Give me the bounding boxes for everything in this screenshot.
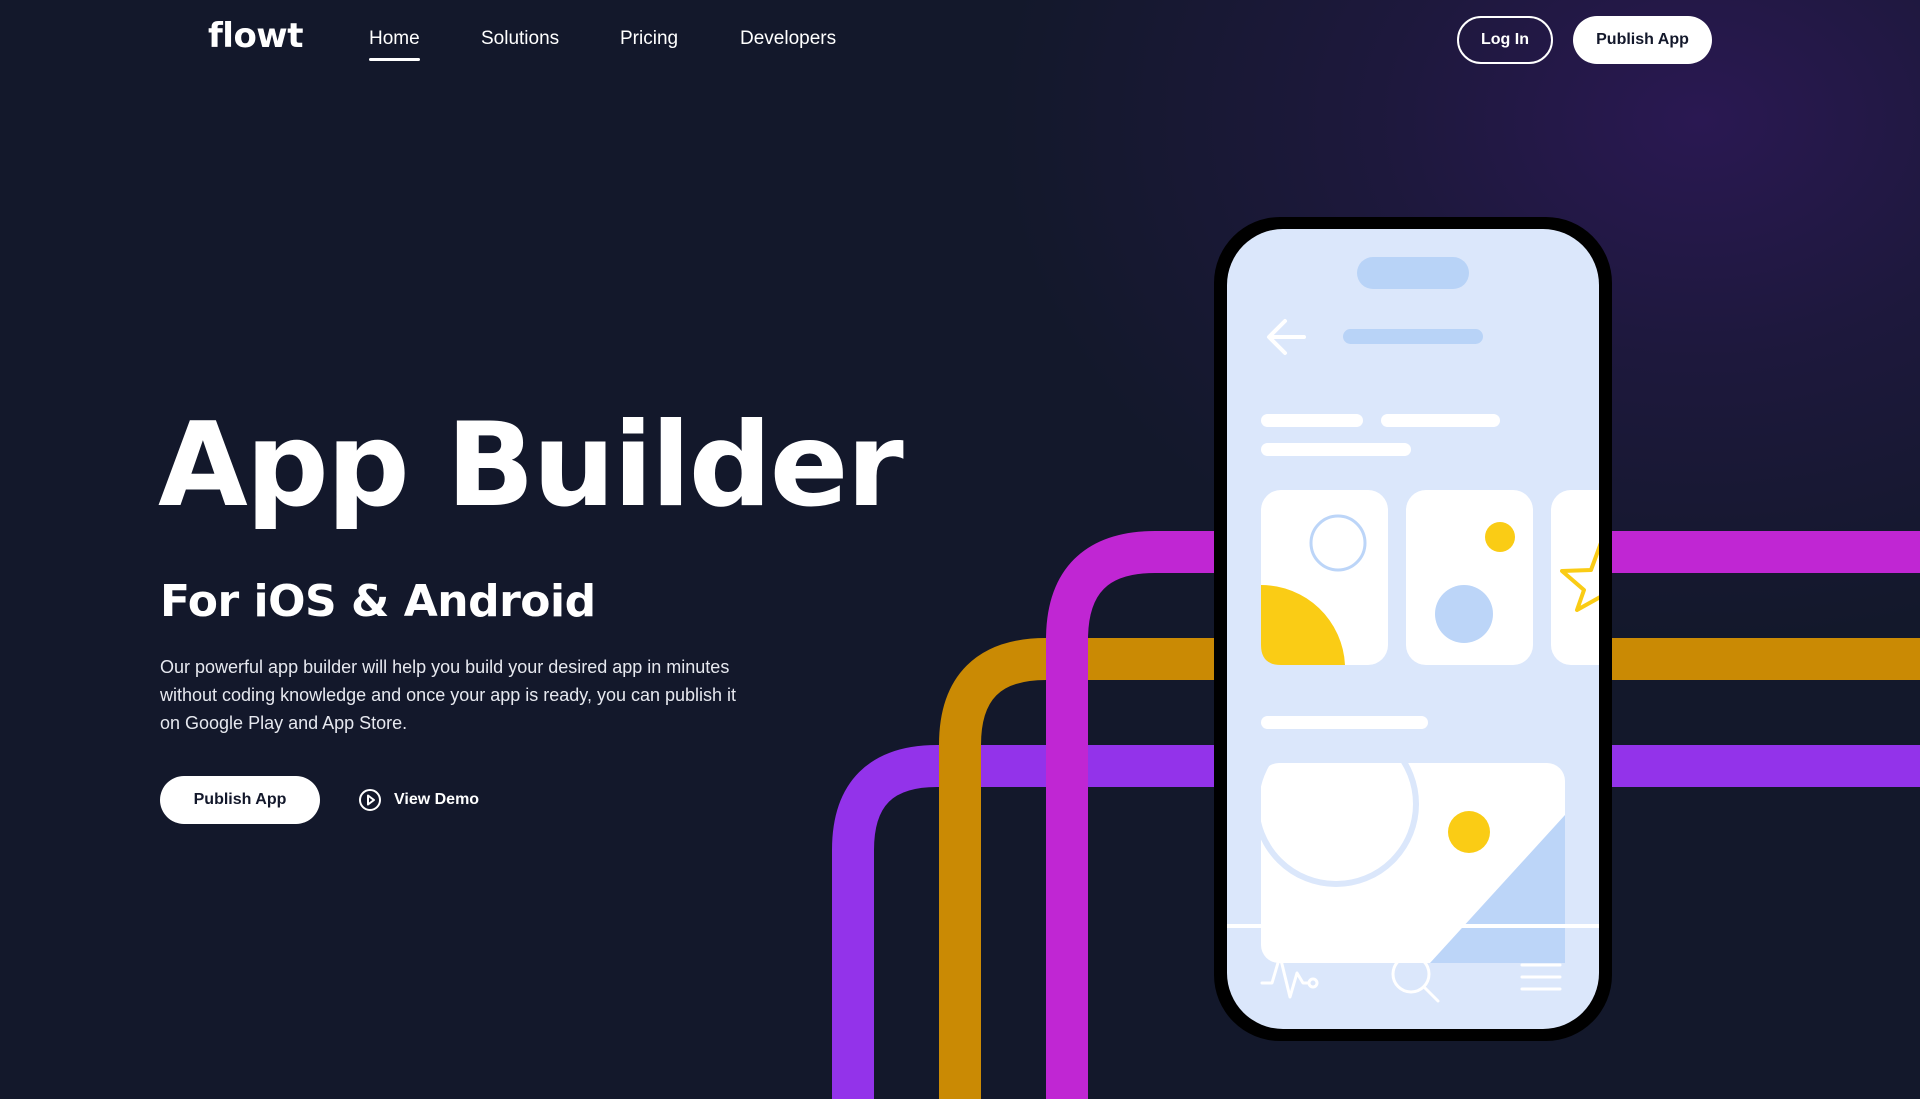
decorative-pipes: [832, 531, 1920, 1099]
hero-title: App Builder: [158, 398, 904, 533]
login-button[interactable]: Log In: [1457, 16, 1553, 64]
flowt-logo[interactable]: flowt: [208, 16, 303, 56]
publish-app-hero-button[interactable]: Publish App: [160, 776, 320, 824]
publish-app-nav-button[interactable]: Publish App: [1573, 16, 1712, 64]
view-demo-label: View Demo: [394, 791, 480, 808]
hero-description: Our powerful app builder will help you b…: [160, 657, 737, 733]
card-shapes-1: [1261, 490, 1388, 665]
image-card: [1261, 763, 1565, 963]
violet-pipe: [832, 745, 1920, 1099]
view-demo-link[interactable]: View Demo: [358, 786, 479, 814]
nav-link-pricing[interactable]: Pricing: [620, 28, 678, 50]
search-icon: [1391, 954, 1440, 1003]
back-arrow-icon: [1267, 319, 1306, 355]
magenta-pipe: [1046, 531, 1920, 1099]
phone-screen: [1227, 229, 1599, 1029]
nav-link-home[interactable]: Home: [369, 28, 420, 61]
menu-icon: [1520, 963, 1562, 991]
hero-subtitle: For iOS & Android: [160, 576, 596, 627]
play-circle-icon: [359, 789, 381, 811]
phone-mockup: [1214, 217, 1612, 1041]
star-icon: [1560, 539, 1599, 612]
phone-notch: [1357, 257, 1469, 289]
gold-pipe: [939, 638, 1920, 1099]
nav-link-solutions[interactable]: Solutions: [481, 28, 559, 50]
top-navigation: flowt Home Solutions Pricing Developers …: [0, 0, 1920, 80]
card-shapes-2: [1406, 490, 1533, 665]
pulse-icon: [1260, 954, 1319, 999]
card-shapes-3: [1551, 490, 1599, 665]
hero-illustration: [832, 217, 1920, 1099]
nav-link-developers[interactable]: Developers: [740, 28, 836, 50]
